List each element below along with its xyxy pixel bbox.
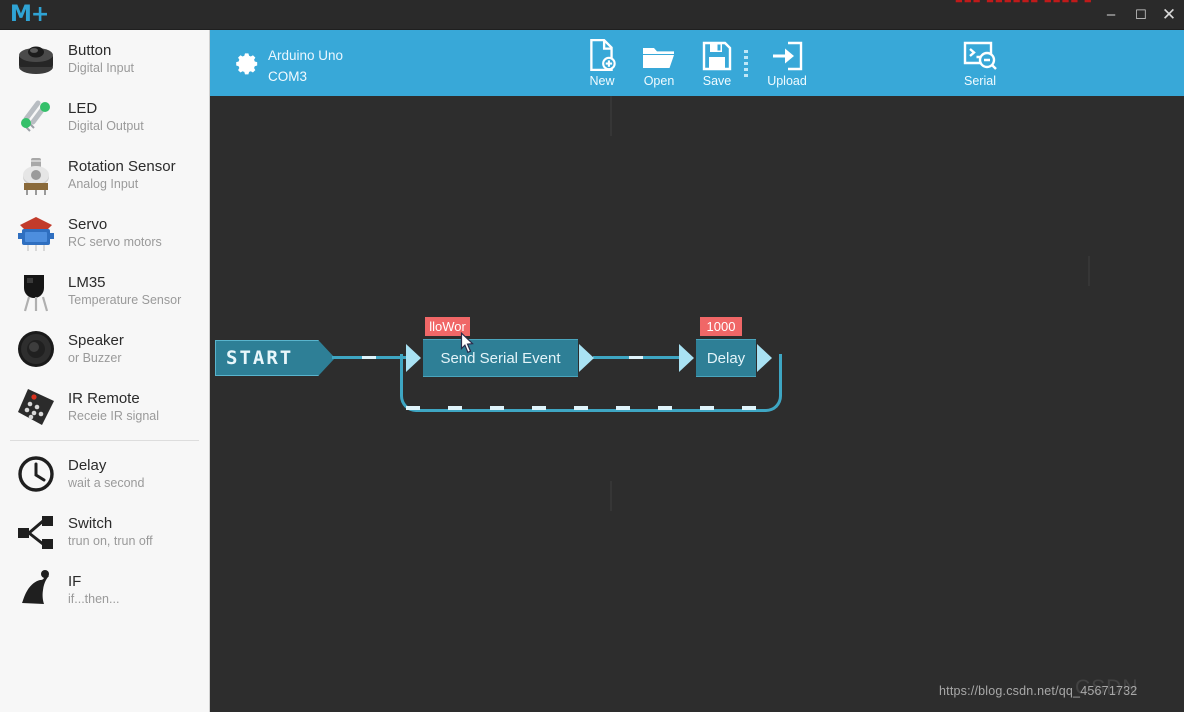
sidebar-item-delay[interactable]: Delay wait a second (0, 445, 209, 503)
clock-icon (14, 452, 58, 496)
sidebar-item-switch[interactable]: Switch trun on, trun off (0, 503, 209, 561)
wire-dash (629, 356, 643, 359)
close-button[interactable]: ✕ (1158, 4, 1180, 26)
wire-start-to-serial[interactable] (332, 356, 408, 359)
sidebar-item-title: Servo (68, 216, 108, 233)
input-port-icon[interactable] (406, 344, 423, 372)
sidebar-item-subtitle: Digital Output (68, 119, 144, 133)
speaker-icon (14, 327, 58, 371)
mouse-pointer-icon (460, 331, 476, 356)
loop-wire-dashes (406, 406, 766, 410)
sidebar-item-title: Delay (68, 457, 107, 474)
board-name: Arduino Uno (268, 48, 344, 63)
upload-icon (750, 36, 824, 72)
upload-button[interactable]: Upload (750, 36, 824, 92)
titlebar-red-text: ■■■ ■■■■■■ ■■■■ ■ (955, 0, 1180, 3)
app-logo: M+ (10, 2, 49, 27)
sidebar-item-title: IF (68, 573, 82, 590)
serial-button-label: Serial (964, 74, 996, 88)
sidebar-item-lm35[interactable]: LM35 Temperature Sensor (0, 262, 209, 320)
watermark: https://blog.csdn.net/qq_45671732 (939, 684, 1138, 698)
minimize-button[interactable]: – (1100, 4, 1122, 26)
sidebar-item-title: Rotation Sensor (68, 158, 176, 175)
board-info[interactable]: Arduino Uno COM3 (268, 45, 343, 87)
sidebar-item-rotation-sensor[interactable]: Rotation Sensor Analog Input (0, 146, 209, 204)
potentiometer-icon (14, 153, 58, 197)
transistor-icon (14, 269, 58, 313)
sidebar-item-speaker[interactable]: Speaker or Buzzer (0, 320, 209, 378)
sidebar-item-title: LED (68, 100, 98, 117)
save-button-label: Save (702, 74, 732, 88)
floppy-disk-icon (680, 36, 754, 72)
start-block-label: START (226, 347, 294, 369)
led-icon (14, 95, 58, 139)
save-button[interactable]: Save (680, 36, 754, 92)
node-send-serial-event[interactable]: Send Serial Event (423, 339, 578, 377)
title-bar: M+ ■■■ ■■■■■■ ■■■■ ■ – ☐ ✕ (0, 0, 1184, 30)
output-port-icon[interactable] (757, 344, 774, 372)
gear-icon[interactable] (228, 46, 262, 80)
sidebar-item-subtitle: if...then... (68, 592, 120, 606)
board-port: COM3 (268, 69, 308, 84)
remote-control-icon (14, 385, 58, 429)
sidebar-item-subtitle: Digital Input (68, 61, 135, 75)
sidebar-item-subtitle: Analog Input (68, 177, 139, 191)
sidebar-item-led[interactable]: LED Digital Output (0, 88, 209, 146)
wire-serial-to-delay[interactable] (593, 356, 681, 359)
sidebar-item-title: Speaker (68, 332, 124, 349)
flow-canvas[interactable]: START Send Serial Event Delay lloWor 100… (210, 96, 1184, 712)
sidebar-item-title: Button (68, 42, 112, 59)
sidebar-item-servo[interactable]: Servo RC servo motors (0, 204, 209, 262)
toolbar-separator (744, 50, 748, 80)
share-icon (14, 510, 58, 554)
maximize-button[interactable]: ☐ (1130, 4, 1152, 26)
sidebar-divider (10, 440, 199, 441)
servo-motor-icon (14, 211, 58, 255)
sidebar-item-ir-remote[interactable]: IR Remote Receie IR signal (0, 378, 209, 436)
sidebar-item-subtitle: Receie IR signal (68, 409, 160, 423)
upload-button-label: Upload (767, 74, 807, 88)
wire-dash (362, 356, 376, 359)
node-label: Delay (706, 349, 746, 367)
toolbar: Arduino Uno COM3 New Open Save Upload Se… (210, 30, 1184, 96)
serial-monitor-icon (943, 36, 1017, 72)
sidebar-group: Button Digital Input LED Digital Output Rota… (0, 30, 209, 436)
sidebar-item-subtitle: or Buzzer (68, 351, 122, 365)
serial-button[interactable]: Serial (943, 36, 1017, 92)
sidebar-item-if[interactable]: IF if...then... (0, 561, 209, 619)
sidebar-item-subtitle: RC servo motors (68, 235, 162, 249)
push-button-icon (14, 37, 58, 81)
node-label: Send Serial Event (440, 349, 561, 367)
sidebar-item-title: LM35 (68, 274, 106, 291)
component-sidebar[interactable]: Button Digital Input LED Digital Output Rota… (0, 30, 210, 712)
node-delay[interactable]: Delay (696, 339, 756, 377)
sidebar-item-subtitle: trun on, trun off (68, 534, 153, 548)
flowchart[interactable]: START Send Serial Event Delay lloWor 100… (210, 96, 1184, 712)
input-port-icon[interactable] (679, 344, 696, 372)
sidebar-item-subtitle: Temperature Sensor (68, 293, 182, 307)
node-parameter-badge[interactable]: 1000 (700, 317, 742, 336)
sidebar-item-title: Switch (68, 515, 113, 532)
sidebar-group: Delay wait a second Switch trun on, trun of… (0, 445, 209, 619)
sidebar-item-button[interactable]: Button Digital Input (0, 30, 209, 88)
start-block[interactable]: START (215, 340, 335, 376)
sidebar-item-subtitle: wait a second (68, 476, 145, 490)
output-port-icon[interactable] (579, 344, 596, 372)
sidebar-item-title: IR Remote (68, 390, 140, 407)
bell-icon (14, 568, 58, 612)
